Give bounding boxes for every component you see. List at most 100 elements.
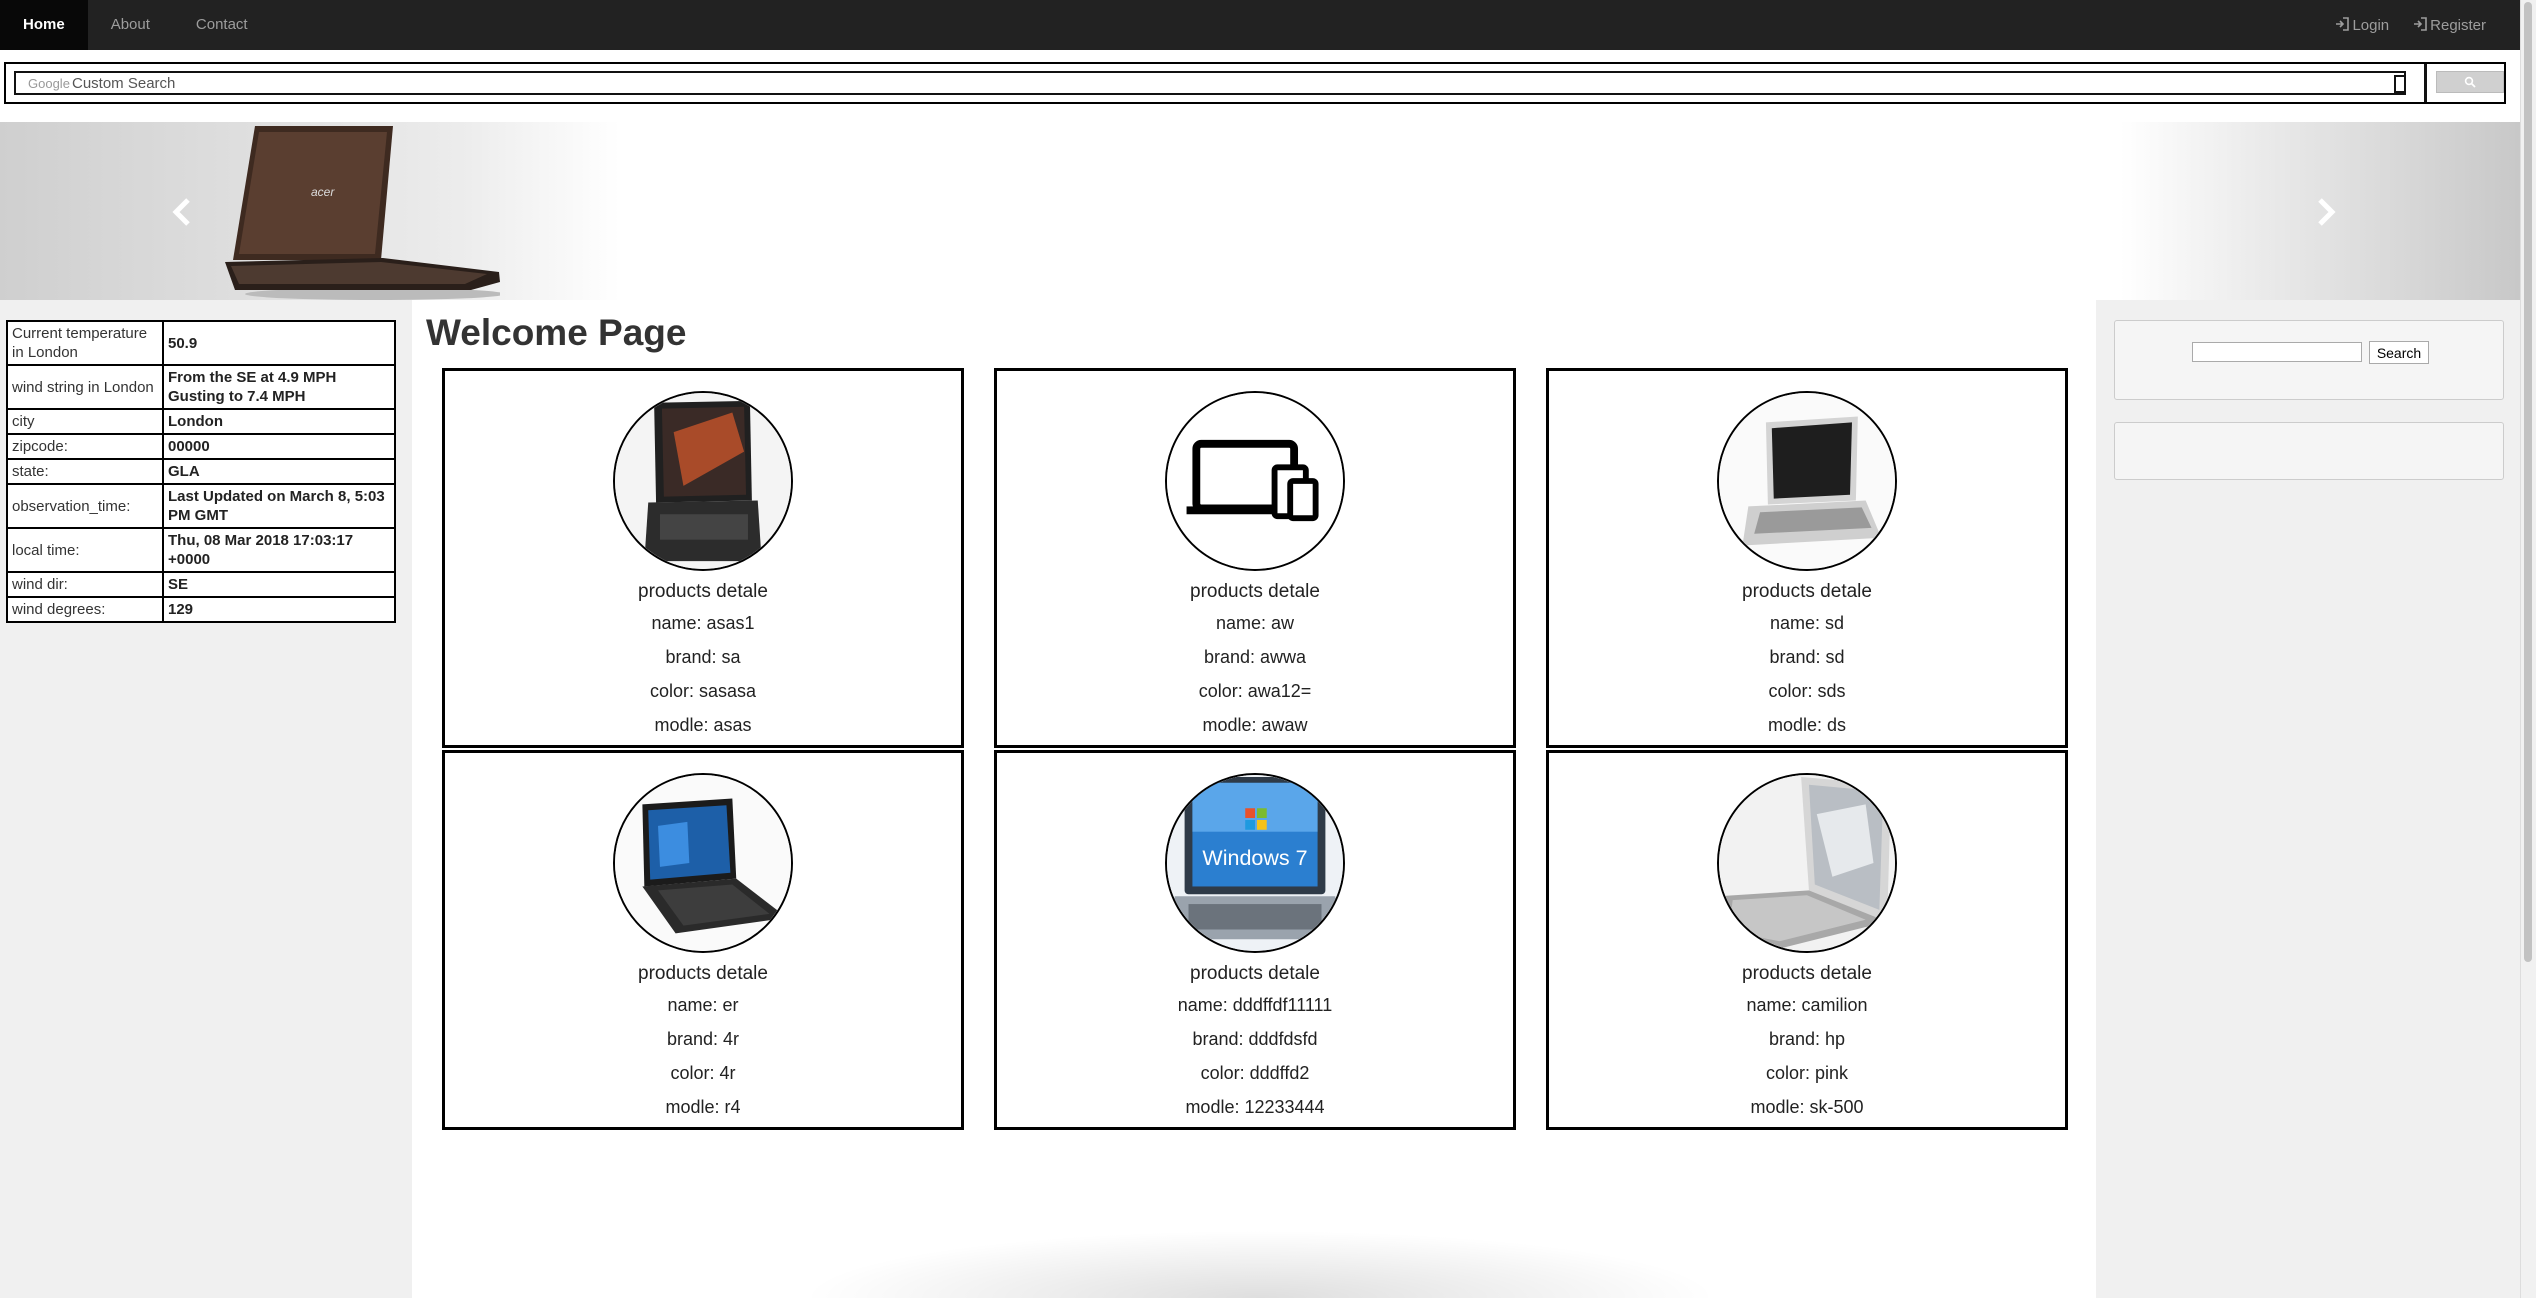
weather-value: From the SE at 4.9 MPH Gusting to 7.4 MP… xyxy=(162,364,396,410)
table-row: wind string in London From the SE at 4.9 … xyxy=(6,364,396,410)
product-color: color: awa12= xyxy=(1198,681,1312,701)
product-title: products detale xyxy=(1190,581,1320,602)
nav-about[interactable]: About xyxy=(88,0,173,50)
product-brand: brand: sa xyxy=(665,647,741,667)
product-card[interactable]: products detale name: sd brand: sd color… xyxy=(1546,368,2068,748)
product-name: name: camilion xyxy=(1746,995,1868,1015)
product-brand: brand: awwa xyxy=(1203,647,1307,667)
google-custom-search: Google Custom Search xyxy=(4,62,2506,104)
product-model: modle: asas xyxy=(654,715,752,735)
nav-contact[interactable]: Contact xyxy=(173,0,271,50)
log-in-icon xyxy=(2335,16,2350,34)
custom-search-button[interactable] xyxy=(2436,71,2504,93)
product-color: color: 4r xyxy=(670,1063,736,1083)
carousel-next-button[interactable] xyxy=(2306,192,2346,232)
product-card[interactable]: Windows 7 products detale name: dddffdf1… xyxy=(994,750,1516,1130)
carousel-prev-button[interactable] xyxy=(162,192,202,232)
scrollbar-thumb[interactable] xyxy=(2524,2,2532,962)
page-title: Welcome Page xyxy=(426,312,687,353)
table-row: city London xyxy=(6,408,396,435)
weather-label: observation_time: xyxy=(6,483,164,529)
product-card[interactable]: products detale name: asas1 brand: sa co… xyxy=(442,368,964,748)
product-title: products detale xyxy=(1190,963,1320,984)
product-title: products detale xyxy=(1742,963,1872,984)
divider xyxy=(2424,64,2427,102)
product-title: products detale xyxy=(1742,581,1872,602)
product-image: Windows 7 xyxy=(1165,773,1345,953)
weather-value: London xyxy=(162,408,396,435)
product-brand: brand: dddfdsfd xyxy=(1192,1029,1318,1049)
table-row: local time: Thu, 08 Mar 2018 17:03:17 +00… xyxy=(6,527,396,573)
product-card[interactable]: products detale name: er brand: 4r color… xyxy=(442,750,964,1130)
search-placeholder: Custom Search xyxy=(72,75,176,92)
product-model: modle: 12233444 xyxy=(1185,1097,1325,1117)
nav-account: Login Register xyxy=(2335,0,2486,50)
product-brand: brand: hp xyxy=(1768,1029,1846,1049)
sidebar-widget xyxy=(2114,422,2504,480)
log-in-icon xyxy=(2413,16,2427,34)
table-row: wind dir: SE xyxy=(6,571,396,598)
weather-value: Last Updated on March 8, 5:03 PM GMT xyxy=(162,483,396,529)
product-color: color: dddffd2 xyxy=(1200,1063,1310,1083)
product-model: modle: r4 xyxy=(665,1097,741,1117)
product-image xyxy=(613,391,793,571)
custom-search-input[interactable]: Google Custom Search xyxy=(14,71,2406,95)
weather-label: zipcode: xyxy=(6,433,164,460)
product-title: products detale xyxy=(638,581,768,602)
product-image xyxy=(1717,773,1897,953)
product-color: color: pink xyxy=(1765,1063,1849,1083)
weather-label: local time: xyxy=(6,527,164,573)
weather-label: wind degrees: xyxy=(6,596,164,623)
sidebar-search-widget: Search xyxy=(2114,320,2504,400)
product-color: color: sasasa xyxy=(649,681,757,701)
product-brand: brand: 4r xyxy=(666,1029,740,1049)
login-label: Login xyxy=(2352,16,2390,34)
table-row: wind degrees: 129 xyxy=(6,596,396,623)
product-image xyxy=(613,773,793,953)
product-card[interactable]: products detale name: camilion brand: hp… xyxy=(1546,750,2068,1130)
decorative-shadow xyxy=(800,1230,1720,1298)
google-brand: Google xyxy=(28,76,70,91)
weather-label: wind string in London xyxy=(6,364,164,410)
image-carousel: acer xyxy=(0,122,2520,300)
register-link[interactable]: Register xyxy=(2413,0,2486,50)
table-row: observation_time: Last Updated on March 8… xyxy=(6,483,396,529)
product-name: name: asas1 xyxy=(651,613,755,633)
table-row: zipcode: 00000 xyxy=(6,433,396,460)
product-name: name: sd xyxy=(1769,613,1845,633)
table-row: Current temperature in London 50.9 xyxy=(6,320,396,366)
chevron-left-icon xyxy=(172,198,190,226)
chevron-right-icon xyxy=(2318,198,2336,226)
product-model: modle: sk-500 xyxy=(1750,1097,1864,1117)
login-link[interactable]: Login xyxy=(2335,0,2389,50)
table-row: state: GLA xyxy=(6,458,396,485)
sidebar-search-input[interactable] xyxy=(2192,342,2362,362)
weather-value: 129 xyxy=(162,596,396,623)
svg-text:acer: acer xyxy=(311,185,335,199)
carousel-laptop-image: acer xyxy=(225,126,500,300)
weather-label: city xyxy=(6,408,164,435)
product-image xyxy=(1165,391,1345,571)
weather-value: GLA xyxy=(162,458,396,485)
product-name: name: er xyxy=(667,995,739,1015)
weather-table: Current temperature in London 50.9 wind s… xyxy=(6,320,396,623)
product-brand: brand: sd xyxy=(1769,647,1845,667)
weather-value: 50.9 xyxy=(162,320,396,366)
sidebar-search-button[interactable]: Search xyxy=(2369,341,2429,364)
product-title: products detale xyxy=(638,963,768,984)
product-image xyxy=(1717,391,1897,571)
product-color: color: sds xyxy=(1768,681,1846,701)
nav-menu: Home About Contact xyxy=(0,0,271,50)
weather-label: state: xyxy=(6,458,164,485)
product-name: name: dddffdf11111 xyxy=(1177,995,1333,1015)
weather-label: wind dir: xyxy=(6,571,164,598)
navbar: Home About Contact Login Register xyxy=(0,0,2536,50)
register-label: Register xyxy=(2430,16,2486,34)
search-icon xyxy=(2464,76,2476,88)
weather-label: Current temperature in London xyxy=(6,320,164,366)
product-name: name: aw xyxy=(1215,613,1295,633)
product-card[interactable]: products detale name: aw brand: awwa col… xyxy=(994,368,1516,748)
weather-value: 00000 xyxy=(162,433,396,460)
nav-home[interactable]: Home xyxy=(0,0,88,50)
product-model: modle: ds xyxy=(1767,715,1847,735)
